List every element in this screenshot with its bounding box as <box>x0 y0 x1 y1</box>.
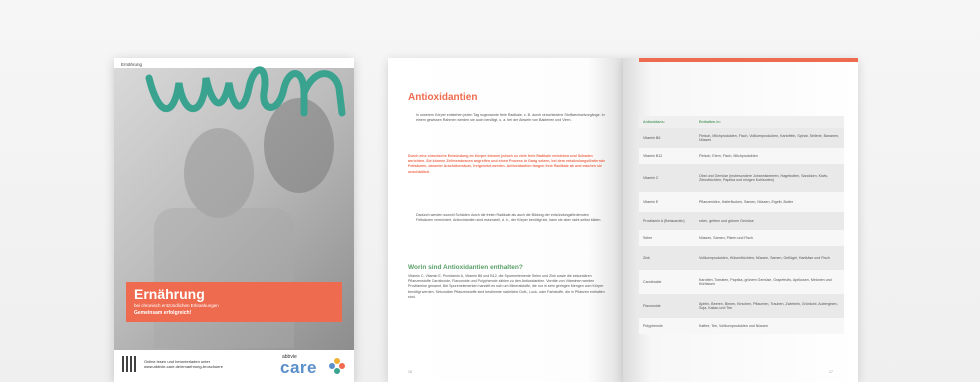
decorative-scribble <box>145 66 346 117</box>
logo-care: care <box>280 358 317 377</box>
table-cell: roten, gelben und grünen Gemüse <box>695 212 844 230</box>
page-number-right: 17 <box>829 370 833 374</box>
page-heading: Antioxidantien <box>408 92 478 103</box>
table-header: Antioxidans: <box>639 116 695 128</box>
table-cell: Vitamin E <box>639 192 695 212</box>
qr-code-icon <box>122 356 138 372</box>
abbvie-care-logo: abbvie care <box>280 354 350 378</box>
table-row: Zink Vollkornprodukten, Hülsenfrüchten, N… <box>639 246 844 270</box>
table-row: Carotinoide Karotten, Tomaten, Paprika, g… <box>639 270 844 294</box>
brochure-cover: Ernährung Ernährung bei chronisch entzün… <box>114 58 354 382</box>
paragraph-highlight: Durch eine chronische Entzündung im Körp… <box>408 154 606 174</box>
table-cell: Vitamin C <box>639 164 695 192</box>
cover-subtitle: bei chronisch entzündlichen Erkrankungen <box>134 303 219 308</box>
table-cell: Obst und Gemüse (insbesondere Johannisbe… <box>695 164 844 192</box>
paragraph-intro: In unserem Körper entstehen jeden Tag so… <box>416 113 605 123</box>
table-row: Vitamin B12 Fleisch, Eiern, Fisch, Milchp… <box>639 148 844 164</box>
table-row: Vitamin B6 Fleisch, Milchprodukten, Fisch… <box>639 128 844 148</box>
table-cell: Carotinoide <box>639 270 695 294</box>
subheading: Worin sind Antioxidantien enthalten? <box>408 264 523 271</box>
table-cell: Vitamin B12 <box>639 148 695 164</box>
table-cell: Kaffee, Tee, Vollkornprodukten und Nüsse… <box>695 318 844 334</box>
cover-section-label: Ernährung <box>121 62 143 67</box>
cover-title-band: Ernährung bei chronisch entzündlichen Er… <box>126 282 342 322</box>
cover-title: Ernährung <box>134 286 205 302</box>
table-cell: Vollkornprodukten, Hülsenfrüchten, Nüsse… <box>695 246 844 270</box>
table-cell: Provitamin A (Betacarotin) <box>639 212 695 230</box>
accent-bar <box>639 58 858 62</box>
left-page: Antioxidantien In unserem Körper entsteh… <box>388 58 623 382</box>
page-number-left: 16 <box>408 370 412 374</box>
table-cell: Flavonoide <box>639 294 695 318</box>
photo-shape <box>154 208 294 348</box>
table-cell: Zink <box>639 246 695 270</box>
table-row: Polyphenole Kaffee, Tee, Vollkornprodukte… <box>639 318 844 334</box>
table-cell: Fleisch, Milchprodukten, Fisch, Vollkorn… <box>695 128 844 148</box>
table-header: Enthalten in: <box>695 116 844 128</box>
brochure-spread: Antioxidantien In unserem Körper entsteh… <box>388 58 858 382</box>
table-row: Selen Nüssen, Samen, Pilzen und Fisch <box>639 230 844 246</box>
footer-text: Online lesen und herunterladen unter www… <box>144 359 223 369</box>
table-cell: Äpfeln, Beeren, Birnen, Kirschen, Pflaum… <box>695 294 844 318</box>
table-cell: Selen <box>639 230 695 246</box>
table-row: Provitamin A (Betacarotin) roten, gelben … <box>639 212 844 230</box>
antioxidant-table: Antioxidans: Enthalten in: Vitamin B6 Fle… <box>639 116 844 334</box>
table-cell: Karotten, Tomaten, Paprika, grünem Gemüs… <box>695 270 844 294</box>
table-row: Flavonoide Äpfeln, Beeren, Birnen, Kirsch… <box>639 294 844 318</box>
paragraph-detail: Dadurch werden sowohl Schäden durch die … <box>416 213 602 223</box>
right-page: Antioxidans: Enthalten in: Vitamin B6 Fle… <box>623 58 858 382</box>
table-cell: Pflanzenölen, Haferflocken, Samen, Nüsse… <box>695 192 844 212</box>
table-row: Vitamin C Obst und Gemüse (insbesondere J… <box>639 164 844 192</box>
cover-footer: Online lesen und herunterladen unter www… <box>114 350 354 382</box>
table-cell: Nüssen, Samen, Pilzen und Fisch <box>695 230 844 246</box>
table-cell: Vitamin B6 <box>639 128 695 148</box>
cover-slogan: Gemeinsam erfolgreich! <box>134 310 192 316</box>
photo-shape <box>184 128 254 218</box>
footer-line2: www.abbvie-care.de/ernaehrung-broschuere <box>144 364 223 369</box>
logo-flower-icon <box>329 358 345 374</box>
table-cell: Fleisch, Eiern, Fisch, Milchprodukten <box>695 148 844 164</box>
table-cell: Polyphenole <box>639 318 695 334</box>
table-row: Vitamin E Pflanzenölen, Haferflocken, Sam… <box>639 192 844 212</box>
paragraph-sources: Vitamin C, Vitamin E, Provitamin A, Vita… <box>408 274 605 299</box>
